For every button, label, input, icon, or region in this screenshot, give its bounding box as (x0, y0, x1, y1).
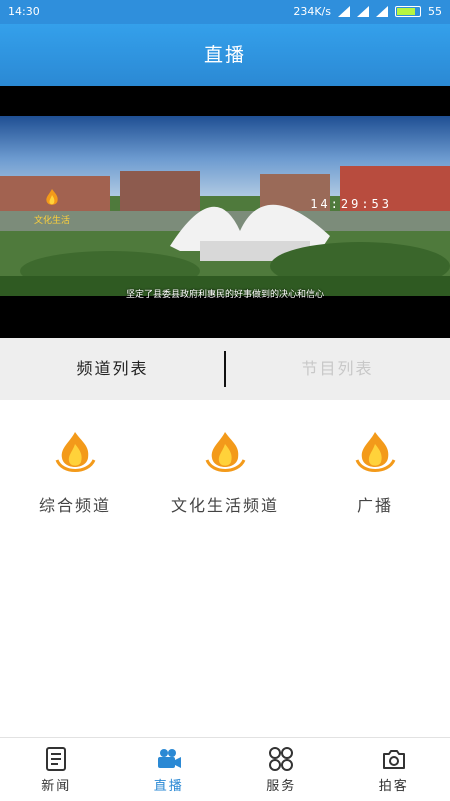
nav-label: 拍客 (338, 775, 450, 794)
signal-icon-2 (376, 6, 388, 17)
net-speed: 234K/s (293, 5, 331, 18)
tab-bar: 频道列表 节目列表 (0, 338, 450, 400)
channel-logo: 文化生活 (34, 188, 70, 226)
status-indicators: 234K/s 55 (293, 5, 442, 18)
channel-flame-icon (39, 188, 65, 210)
channel-item-culture[interactable]: 文化生活频道 (150, 430, 300, 516)
channel-item-general[interactable]: 综合频道 (0, 430, 150, 516)
video-clock: 14:29:53 (310, 197, 392, 211)
status-time: 14:30 (8, 5, 40, 18)
channel-item-radio[interactable]: 广播 (300, 430, 450, 516)
tab-channel-list[interactable]: 频道列表 (0, 338, 225, 400)
video-camera-icon (156, 746, 182, 772)
nav-label: 直播 (113, 775, 226, 794)
bottom-nav: 新闻 直播 服务 拍客 (0, 737, 450, 801)
nav-label: 服务 (225, 775, 338, 794)
tab-program-list[interactable]: 节目列表 (225, 338, 450, 400)
channel-label: 文化生活频道 (150, 492, 300, 516)
tab-divider (224, 351, 226, 387)
channel-flame-icon (352, 430, 398, 476)
logo-text: 文化生活 (34, 213, 70, 226)
channel-label: 广播 (300, 492, 450, 516)
channel-flame-icon (202, 430, 248, 476)
video-player[interactable]: 文化生活 14:29:53 坚定了县委县政府利惠民的好事做到的决心和信心 (0, 86, 450, 338)
channel-grid: 综合频道 文化生活频道 广播 (0, 400, 450, 540)
status-bar: 14:30 234K/s 55 (0, 0, 450, 24)
video-subtitle: 坚定了县委县政府利惠民的好事做到的决心和信心 (0, 287, 450, 300)
app-header: 直播 (0, 24, 450, 86)
signal-icon (357, 6, 369, 17)
news-icon (44, 746, 68, 772)
channel-label: 综合频道 (0, 492, 150, 516)
nav-services[interactable]: 服务 (225, 738, 338, 801)
nav-live[interactable]: 直播 (113, 738, 226, 801)
channel-flame-icon (52, 430, 98, 476)
grid-icon (268, 746, 294, 772)
nav-paike[interactable]: 拍客 (338, 738, 450, 801)
battery-icon (395, 6, 421, 17)
nav-label: 新闻 (0, 775, 113, 794)
page-title: 直播 (204, 44, 246, 66)
nav-news[interactable]: 新闻 (0, 738, 113, 801)
battery-level: 55 (428, 5, 442, 18)
camera-icon (381, 746, 407, 772)
wifi-icon (338, 6, 350, 17)
